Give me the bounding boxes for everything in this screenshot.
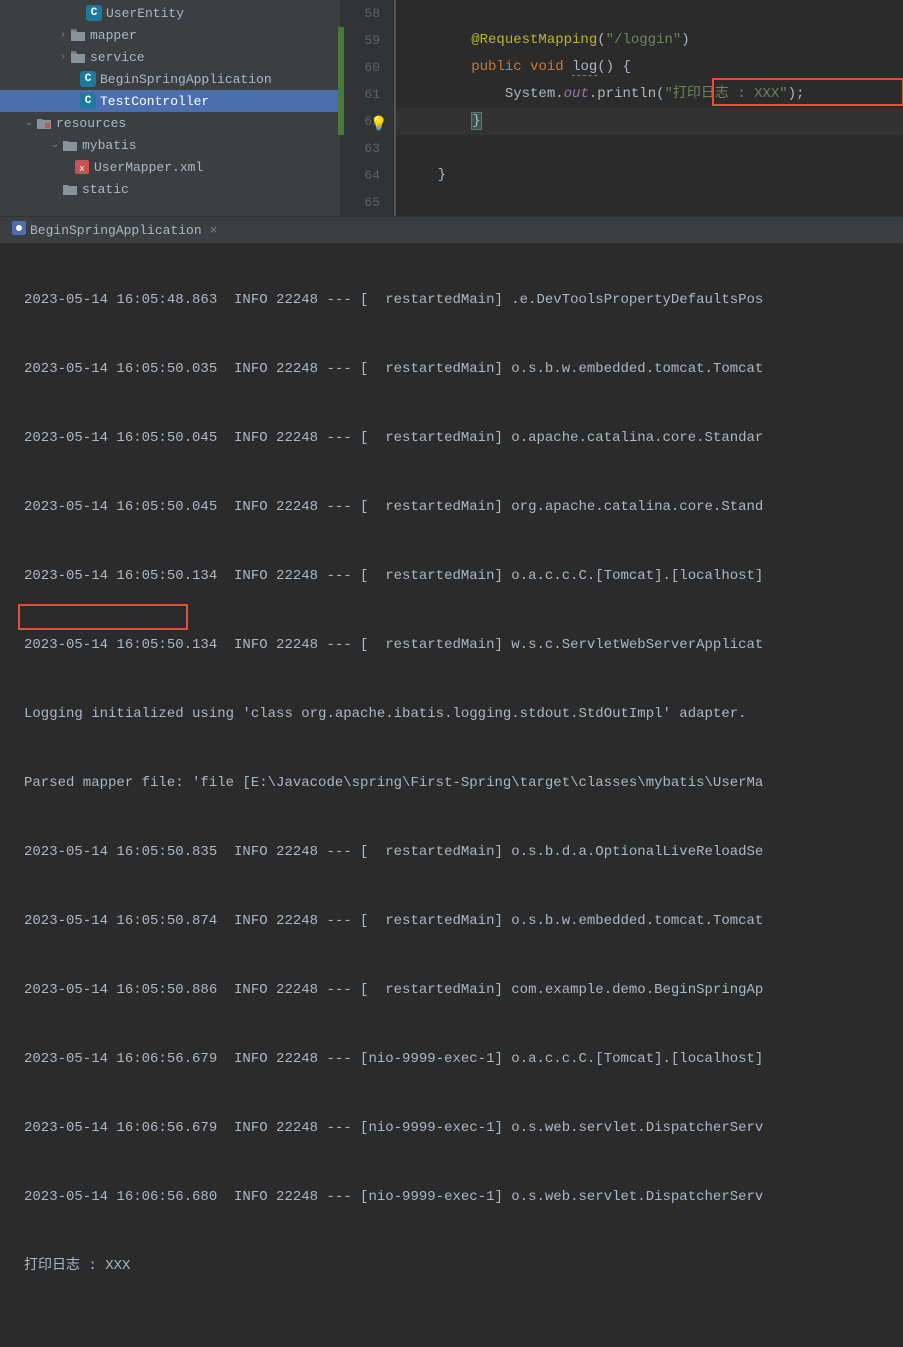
xml-icon: x <box>74 159 90 175</box>
run-tab-title: BeginSpringApplication <box>30 223 202 238</box>
sys-class: System <box>505 86 555 102</box>
gutter-58: 58 <box>340 0 380 27</box>
folder-icon <box>62 137 78 153</box>
code-area[interactable]: @RequestMapping("/loggin") public void l… <box>396 0 903 216</box>
console-line: 2023-05-14 16:05:50.886 INFO 22248 --- [… <box>24 979 903 1002</box>
console-line: 2023-05-14 16:05:50.835 INFO 22248 --- [… <box>24 841 903 864</box>
class-icon: C <box>80 71 96 87</box>
console-line: 打印日志 : XXX <box>24 1255 903 1278</box>
console-line: 2023-05-14 16:06:56.680 INFO 22248 --- [… <box>24 1186 903 1209</box>
class-icon: C <box>86 5 102 21</box>
annotation: @RequestMapping <box>471 32 597 48</box>
tree-label: static <box>82 182 129 197</box>
close-brace-outer: } <box>438 167 446 183</box>
chevron-right-icon[interactable]: › <box>56 30 70 41</box>
class-icon: C <box>80 93 96 109</box>
run-panel: BeginSpringApplication × 2023-05-14 16:0… <box>0 216 903 1347</box>
kw-public: public <box>471 59 521 75</box>
run-tab-bar: BeginSpringApplication × <box>0 217 903 243</box>
console-line: 2023-05-14 16:06:56.679 INFO 22248 --- [… <box>24 1117 903 1140</box>
tree-item-usermapperxml[interactable]: x UserMapper.xml <box>0 156 340 178</box>
run-config-icon <box>12 221 26 239</box>
tree-label: mapper <box>90 28 137 43</box>
code-line-61[interactable]: System.out.println("打印日志 : XXX"); <box>396 81 903 108</box>
tree-label: service <box>90 50 145 65</box>
tree-item-beginspring[interactable]: C BeginSpringApplication <box>0 68 340 90</box>
console-line: 2023-05-14 16:05:50.874 INFO 22248 --- [… <box>24 910 903 933</box>
code-line-62[interactable]: 💡 } <box>396 108 903 135</box>
gutter-60: 60 <box>340 54 380 81</box>
code-line-59[interactable]: @RequestMapping("/loggin") <box>396 27 903 54</box>
open-brace: { <box>623 59 631 75</box>
tree-item-service[interactable]: › service <box>0 46 340 68</box>
console-line: 2023-05-14 16:05:50.045 INFO 22248 --- [… <box>24 496 903 519</box>
tree-item-testcontroller[interactable]: C TestController <box>0 90 340 112</box>
println-call: println <box>597 86 656 102</box>
chevron-right-icon[interactable]: › <box>56 52 70 63</box>
close-icon[interactable]: × <box>210 223 218 238</box>
resources-icon <box>36 115 52 131</box>
console-line: Parsed mapper file: 'file [E:\Javacode\s… <box>24 772 903 795</box>
console-line: 2023-05-14 16:05:50.035 INFO 22248 --- [… <box>24 358 903 381</box>
code-line-64[interactable]: } <box>396 162 903 189</box>
code-line-63[interactable] <box>396 135 903 162</box>
editor[interactable]: 58 59 60 61 62 63 64 65 @RequestMapping(… <box>340 0 903 216</box>
run-tab[interactable]: BeginSpringApplication × <box>6 217 223 243</box>
svg-text:x: x <box>79 164 84 174</box>
intention-bulb-icon[interactable]: 💡 <box>370 112 387 139</box>
console-line: 2023-05-14 16:05:48.863 INFO 22248 --- [… <box>24 289 903 312</box>
line-gutter: 58 59 60 61 62 63 64 65 <box>340 0 396 216</box>
gutter-63: 63 <box>340 135 380 162</box>
gutter-61: 61 <box>340 81 380 108</box>
folder-icon <box>70 27 86 43</box>
top-split: C UserEntity › mapper › service C BeginS… <box>0 0 903 216</box>
tree-label: resources <box>56 116 126 131</box>
tree-item-static[interactable]: static <box>0 178 340 200</box>
chevron-down-icon[interactable]: ⌄ <box>48 139 62 151</box>
gutter-64: 64 <box>340 162 380 189</box>
tree-label: BeginSpringApplication <box>100 72 272 87</box>
tree-item-mybatis[interactable]: ⌄ mybatis <box>0 134 340 156</box>
chevron-down-icon[interactable]: ⌄ <box>22 117 36 129</box>
tree-label: TestController <box>100 94 209 109</box>
console-line: 2023-05-14 16:05:50.134 INFO 22248 --- [… <box>24 634 903 657</box>
console-output[interactable]: 2023-05-14 16:05:48.863 INFO 22248 --- [… <box>0 243 903 1347</box>
sys-out: out <box>564 86 589 102</box>
console-line: 2023-05-14 16:06:56.679 INFO 22248 --- [… <box>24 1048 903 1071</box>
code-line-60[interactable]: public void log() { <box>396 54 903 81</box>
gutter-65: 65 <box>340 189 380 216</box>
project-tree[interactable]: C UserEntity › mapper › service C BeginS… <box>0 0 340 216</box>
tree-item-mapper[interactable]: › mapper <box>0 24 340 46</box>
close-brace: } <box>471 112 481 130</box>
print-arg: "打印日志 : XXX" <box>665 86 788 102</box>
console-line: 2023-05-14 16:05:50.045 INFO 22248 --- [… <box>24 427 903 450</box>
method-name: log <box>572 59 597 76</box>
annotation-arg: "/loggin" <box>606 32 682 48</box>
tree-item-userentity[interactable]: C UserEntity <box>0 2 340 24</box>
tree-label: mybatis <box>82 138 137 153</box>
console-line: 2023-05-14 16:05:50.134 INFO 22248 --- [… <box>24 565 903 588</box>
code-line-58[interactable] <box>396 0 903 27</box>
tree-label: UserEntity <box>106 6 184 21</box>
gutter-59: 59 <box>340 27 380 54</box>
tree-label: UserMapper.xml <box>94 160 203 175</box>
folder-icon <box>62 181 78 197</box>
code-line-65[interactable] <box>396 189 903 216</box>
tree-item-resources[interactable]: ⌄ resources <box>0 112 340 134</box>
kw-void: void <box>530 59 564 75</box>
highlight-box-console <box>18 604 188 630</box>
console-line: Logging initialized using 'class org.apa… <box>24 703 903 726</box>
folder-icon <box>70 49 86 65</box>
